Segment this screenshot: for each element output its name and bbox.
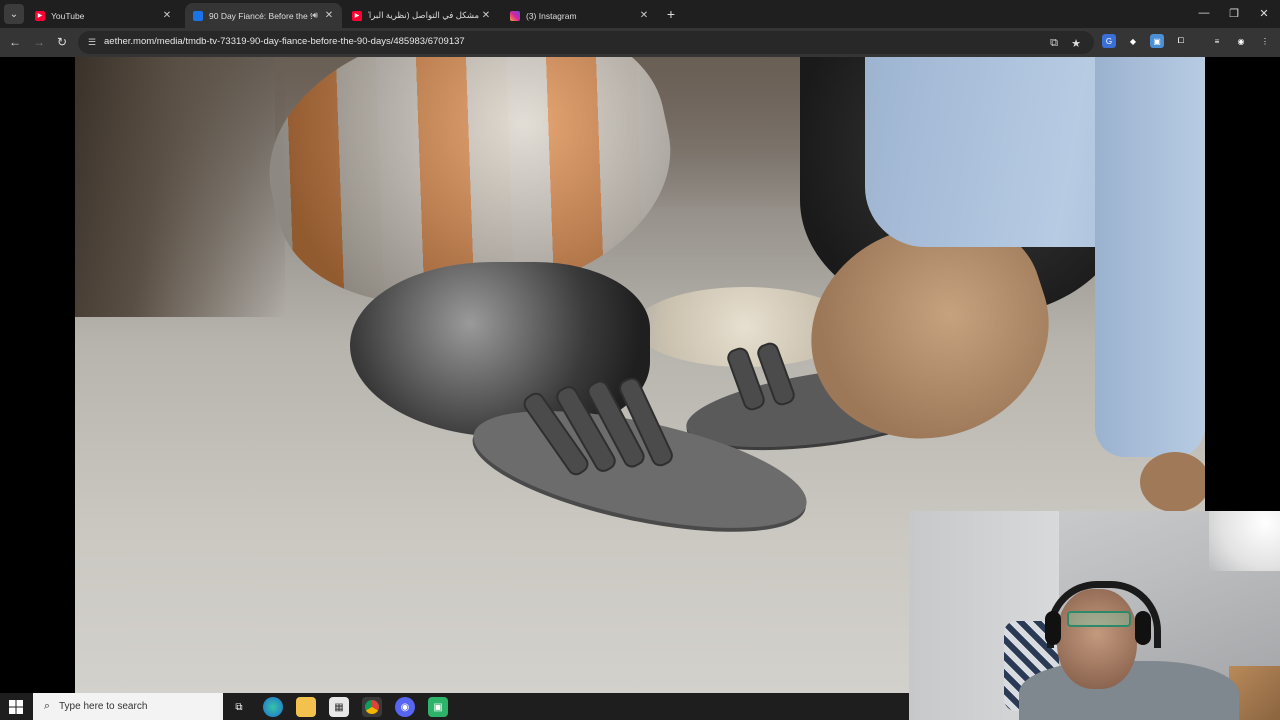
extension-diamond-icon[interactable]: ◆: [1126, 34, 1140, 48]
close-icon[interactable]: ✕: [479, 9, 493, 23]
start-button[interactable]: [6, 697, 26, 717]
tab-arabic-video[interactable]: ▶ مشكل في التواصل (نظرية البراكـ ✕: [344, 3, 499, 28]
taskbar-search[interactable]: ⌕ Type here to search: [33, 693, 223, 720]
youtube-icon: ▶: [35, 10, 45, 21]
forward-button[interactable]: →: [30, 33, 48, 51]
edge-icon[interactable]: [263, 697, 283, 717]
speaker-icon[interactable]: 🔊︎: [312, 10, 318, 21]
browser-toolbar: ← → ↻ ☰ aether.mom/media/tmdb-tv-73319-9…: [0, 28, 1280, 57]
file-explorer-icon[interactable]: [296, 697, 316, 717]
extensions-puzzle-icon[interactable]: ⧠: [1174, 34, 1188, 48]
headset-ear-left: [1045, 611, 1061, 645]
pants-leg-back: [1095, 57, 1205, 457]
plus-icon: +: [666, 6, 676, 22]
bookmark-star-icon[interactable]: ★: [1068, 35, 1084, 51]
reload-button[interactable]: ↻: [53, 33, 71, 51]
arrow-left-icon: ←: [9, 35, 21, 49]
microsoft-store-icon[interactable]: ▦: [329, 697, 349, 717]
url-text[interactable]: aether.mom/media/tmdb-tv-73319-90-day-fi…: [104, 36, 465, 47]
minimize-icon: —: [1198, 7, 1210, 19]
close-icon[interactable]: ✕: [637, 9, 651, 23]
windows-logo-icon: [9, 700, 23, 714]
tab-title: مشكل في التواصل (نظرية البراكـ: [368, 10, 479, 20]
profile-icon[interactable]: ◉: [1234, 34, 1248, 48]
close-icon[interactable]: ✕: [160, 9, 174, 23]
tab-youtube[interactable]: ▶ YouTube ✕: [27, 3, 180, 28]
task-view-icon[interactable]: ⧉: [229, 697, 249, 717]
tab-instagram[interactable]: (3) Instagram ✕: [502, 3, 657, 28]
menu-kebab-icon[interactable]: ⋮: [1258, 34, 1272, 48]
reload-icon: ↻: [56, 35, 68, 49]
tab-search-button[interactable]: ⌄: [4, 4, 24, 24]
tab-90-day-fiance[interactable]: 90 Day Fiancé: Before the 9 🔊︎ ✕: [185, 3, 342, 28]
glasses: [1067, 611, 1131, 627]
tab-title: 90 Day Fiancé: Before the 9: [209, 10, 313, 21]
back-button[interactable]: ←: [6, 33, 24, 51]
search-placeholder: Type here to search: [59, 701, 148, 712]
close-icon[interactable]: ✕: [322, 9, 336, 23]
restore-icon: ❐: [1229, 7, 1239, 20]
instagram-icon: [510, 10, 520, 21]
windows-taskbar: ⌕ Type here to search ⧉ ▦ ◉ ▣: [0, 693, 910, 720]
minimize-button[interactable]: —: [1194, 4, 1214, 22]
webcam-light: [1209, 511, 1280, 571]
heel: [1140, 452, 1205, 512]
translate-extension-icon[interactable]: G: [1102, 34, 1116, 48]
site-info-icon[interactable]: ☰: [86, 36, 98, 48]
headset-ear-right: [1135, 611, 1151, 645]
new-tab-button[interactable]: +: [662, 5, 680, 23]
tab-strip: ⌄ ▶ YouTube ✕ 90 Day Fiancé: Before the …: [0, 0, 1280, 28]
arrow-right-icon: →: [33, 35, 45, 49]
extension-screenshot-icon[interactable]: ▣: [1150, 34, 1164, 48]
tab-title: (3) Instagram: [526, 10, 577, 21]
youtube-icon: ▶: [352, 10, 362, 21]
chrome-icon[interactable]: [362, 697, 382, 717]
tab-title: YouTube: [51, 10, 85, 21]
close-icon: ✕: [1259, 7, 1269, 20]
close-window-button[interactable]: ✕: [1254, 4, 1274, 22]
media-control-icon[interactable]: ≡: [1210, 34, 1224, 48]
restore-button[interactable]: ❐: [1224, 4, 1244, 22]
discord-icon[interactable]: ◉: [395, 697, 415, 717]
webcam-overlay: [909, 511, 1280, 720]
site-icon: [193, 10, 203, 21]
install-app-icon[interactable]: ⧉: [1046, 35, 1062, 51]
app-icon[interactable]: ▣: [428, 697, 448, 717]
chevron-down-icon: ⌄: [9, 8, 19, 20]
search-icon: ⌕: [43, 699, 51, 712]
address-bar[interactable]: ☰ aether.mom/media/tmdb-tv-73319-90-day-…: [78, 31, 1094, 54]
video-scene-wall: [75, 57, 285, 317]
